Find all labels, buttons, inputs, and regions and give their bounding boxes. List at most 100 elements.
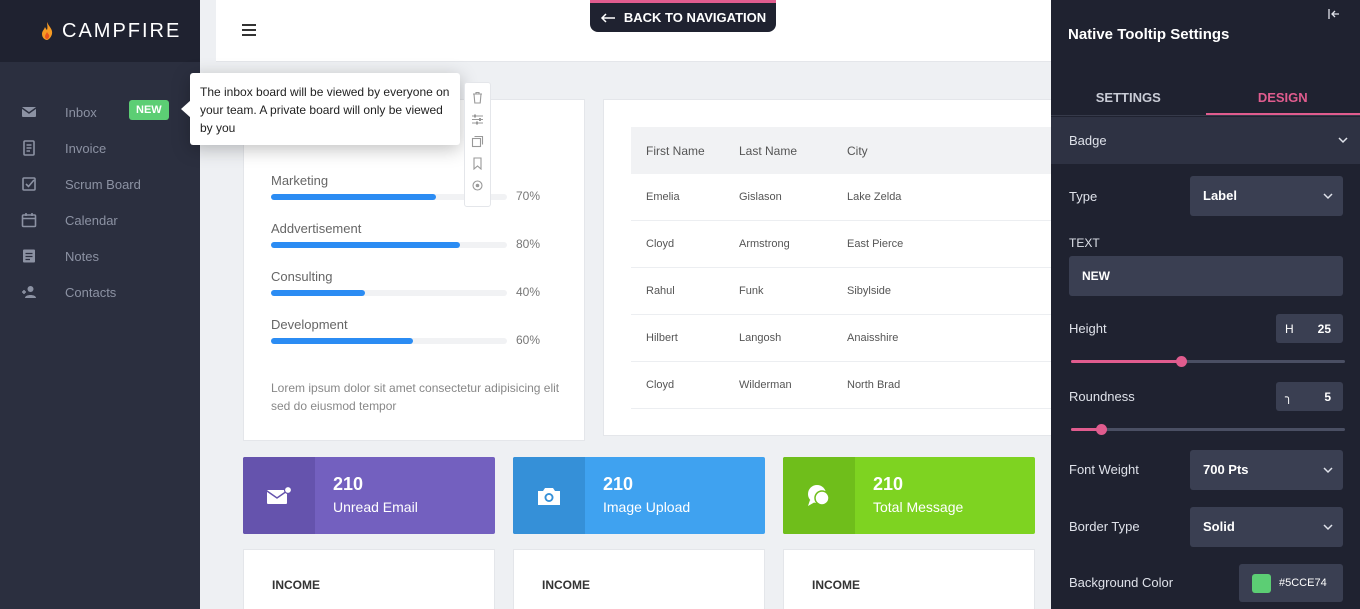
- roundness-slider[interactable]: [1071, 428, 1345, 431]
- sidebar-item-scrum-board[interactable]: Scrum Board: [0, 166, 200, 202]
- progress-percent: 70%: [516, 189, 540, 203]
- widget-toolbar: [464, 82, 491, 207]
- slider-knob[interactable]: [1176, 356, 1187, 367]
- progress-item-addvertisement: Addvertisement 80%: [271, 221, 537, 236]
- chevron-down-icon: [1323, 522, 1333, 532]
- calendar-icon: [20, 211, 38, 229]
- progress-fill: [271, 338, 413, 344]
- camera-icon: [536, 485, 562, 507]
- table-cell: Gislason: [739, 191, 847, 203]
- roundness-label: Roundness: [1069, 389, 1135, 404]
- table-row[interactable]: Cloyd Armstrong East Pierce: [631, 221, 1054, 268]
- background-color-picker[interactable]: #5CCE74: [1239, 564, 1343, 602]
- progress-fill: [271, 242, 460, 248]
- sidebar-item-label: Contacts: [65, 285, 116, 300]
- badge-text-input[interactable]: NEW: [1069, 256, 1343, 296]
- table-cell: Cloyd: [631, 379, 739, 391]
- table-row[interactable]: Rahul Funk Sibylside: [631, 268, 1054, 315]
- progress-description: Lorem ipsum dolor sit amet consectetur a…: [271, 379, 571, 415]
- stat-icon-box: [243, 457, 315, 534]
- height-label: Height: [1069, 321, 1107, 336]
- sidebar: CAMPFIRE Inbox Invoice Scrum Board Calen…: [0, 0, 200, 609]
- section-title: Badge: [1069, 133, 1107, 148]
- color-swatch[interactable]: [1252, 574, 1271, 593]
- progress-percent: 40%: [516, 285, 540, 299]
- stat-value: 210: [333, 474, 418, 495]
- sidebar-item-contacts[interactable]: Contacts: [0, 274, 200, 310]
- stat-icon-box: [513, 457, 585, 534]
- menu-icon[interactable]: [242, 24, 256, 36]
- border-type-label: Border Type: [1069, 519, 1140, 534]
- trash-icon[interactable]: [471, 91, 484, 104]
- progress-label: Development: [271, 317, 537, 332]
- table-cell: Lake Zelda: [847, 191, 997, 203]
- duplicate-icon[interactable]: [471, 135, 484, 148]
- table-cell: Rahul: [631, 285, 739, 297]
- border-type-select[interactable]: Solid: [1190, 507, 1343, 547]
- sidebar-item-label: Scrum Board: [65, 177, 141, 192]
- roundness-input[interactable]: ╮ 5: [1276, 382, 1343, 411]
- collapse-panel-icon[interactable]: [1328, 8, 1340, 20]
- tooltip-arrow: [181, 100, 191, 118]
- column-header[interactable]: Last Name: [739, 144, 847, 158]
- sidebar-item-calendar[interactable]: Calendar: [0, 202, 200, 238]
- stat-card-total-message[interactable]: 210 Total Message: [783, 457, 1035, 534]
- target-icon[interactable]: [471, 179, 484, 192]
- table-row[interactable]: Hilbert Langosh Anaisshire: [631, 315, 1054, 362]
- sidebar-item-invoice[interactable]: Invoice: [0, 130, 200, 166]
- stat-value: 210: [873, 474, 963, 495]
- column-header[interactable]: City: [847, 144, 997, 158]
- progress-label: Marketing: [271, 173, 537, 188]
- table-cell: Armstrong: [739, 238, 847, 250]
- table-cell: Cloyd: [631, 238, 739, 250]
- progress-item-consulting: Consulting 40%: [271, 269, 537, 284]
- stat-value: 210: [603, 474, 690, 495]
- app-logo[interactable]: CAMPFIRE: [0, 0, 200, 62]
- sliders-icon[interactable]: [471, 113, 484, 126]
- logo-text: CAMPFIRE: [62, 20, 181, 43]
- native-tooltip: The inbox board will be viewed by everyo…: [190, 73, 460, 145]
- progress-card: Marketing 70% Addvertisement 80% Consult…: [243, 99, 585, 441]
- table-row[interactable]: Emelia Gislason Lake Zelda: [631, 174, 1054, 221]
- border-type-select-value: Solid: [1203, 519, 1235, 534]
- bookmark-icon[interactable]: [471, 157, 484, 170]
- text-label: TEXT: [1069, 236, 1100, 250]
- sidebar-item-notes[interactable]: Notes: [0, 238, 200, 274]
- font-weight-select[interactable]: 700 Pts: [1190, 450, 1343, 490]
- height-input[interactable]: H 25: [1276, 314, 1343, 343]
- column-header[interactable]: First Name: [631, 144, 739, 158]
- stat-card-image-upload[interactable]: 210 Image Upload: [513, 457, 765, 534]
- top-bar: BACK TO NAVIGATION: [216, 0, 1051, 62]
- progress-label: Addvertisement: [271, 221, 537, 236]
- tab-settings[interactable]: SETTINGS: [1051, 80, 1206, 115]
- table-cell: East Pierce: [847, 238, 997, 250]
- table-cell: Anaisshire: [847, 332, 997, 344]
- stat-label: Image Upload: [603, 499, 690, 515]
- new-badge[interactable]: NEW: [129, 100, 169, 120]
- tab-design[interactable]: DESIGN: [1206, 80, 1360, 115]
- progress-item-development: Development 60%: [271, 317, 537, 332]
- type-select[interactable]: Label: [1190, 176, 1343, 216]
- settings-panel: Native Tooltip Settings SETTINGS DESIGN …: [1051, 0, 1360, 609]
- table-cell: Langosh: [739, 332, 847, 344]
- panel-title: Native Tooltip Settings: [1068, 26, 1229, 43]
- height-slider[interactable]: [1071, 360, 1345, 363]
- income-card: INCOME: [513, 549, 765, 609]
- chevron-down-icon: [1338, 135, 1348, 145]
- table-cell: Emelia: [631, 191, 739, 203]
- table-cell: Funk: [739, 285, 847, 297]
- progress-percent: 80%: [516, 237, 540, 251]
- checkbox-icon: [20, 175, 38, 193]
- mail-icon: [266, 486, 292, 506]
- sidebar-item-label: Inbox: [65, 105, 97, 120]
- slider-knob[interactable]: [1096, 424, 1107, 435]
- stat-icon-box: [783, 457, 855, 534]
- table-row[interactable]: Cloyd Wilderman North Brad: [631, 362, 1054, 409]
- sidebar-nav: Inbox Invoice Scrum Board Calendar Notes…: [0, 94, 200, 310]
- sidebar-item-inbox[interactable]: Inbox: [0, 94, 200, 130]
- back-to-navigation-button[interactable]: BACK TO NAVIGATION: [590, 0, 776, 32]
- progress-item-marketing: Marketing 70%: [271, 173, 537, 188]
- background-color-label: Background Color: [1069, 575, 1173, 590]
- section-badge-header[interactable]: Badge: [1051, 117, 1360, 164]
- stat-card-unread-email[interactable]: 210 Unread Email: [243, 457, 495, 534]
